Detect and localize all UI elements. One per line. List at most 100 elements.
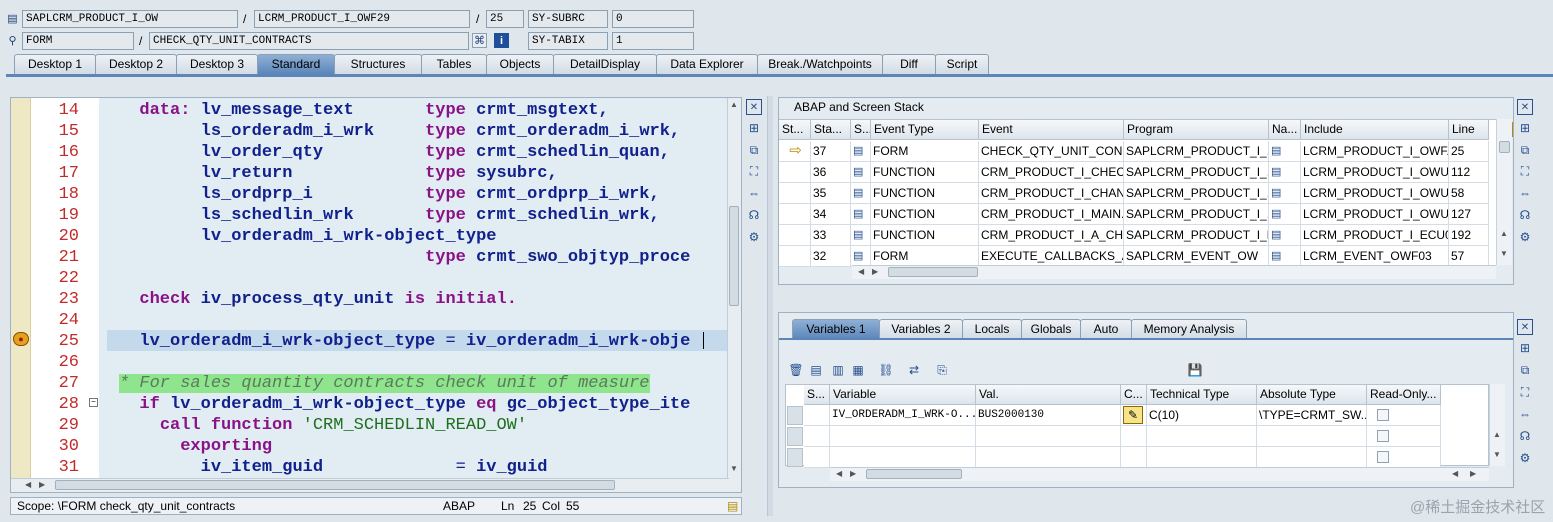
edit-value-icon[interactable]: ✎ bbox=[1121, 405, 1147, 426]
scroll-up-arrow-icon[interactable]: ▲ bbox=[730, 100, 738, 109]
navigate-icon[interactable]: ⌘ bbox=[472, 33, 487, 48]
stack-column-header[interactable]: Line bbox=[1449, 120, 1489, 140]
scroll-left-arrow-icon[interactable]: ◀ bbox=[858, 267, 864, 276]
breakpoint-icon[interactable]: ● bbox=[13, 332, 29, 346]
code-line[interactable]: exporting bbox=[119, 436, 272, 457]
navigate-icon[interactable]: ▤ bbox=[1269, 141, 1301, 162]
stack-vertical-scrollbar[interactable]: ▲ ▼ bbox=[1496, 119, 1512, 265]
scroll-down-arrow-icon[interactable]: ▼ bbox=[730, 464, 738, 473]
stack-column-header[interactable]: S... bbox=[851, 120, 871, 140]
scrollbar-thumb[interactable] bbox=[888, 267, 978, 277]
copy-icon[interactable]: ⎘ bbox=[934, 362, 950, 378]
code-editor[interactable]: ● 14 15 16 17 18 19 20 21 22 23 24 25 26 27 28 29 30 31 −… bbox=[10, 97, 742, 493]
stack-horizontal-scrollbar[interactable]: ◀ ▶ bbox=[852, 265, 1496, 279]
tab-diff[interactable]: Diff bbox=[882, 54, 936, 74]
info-icon[interactable]: i bbox=[494, 33, 509, 48]
editor-vertical-scrollbar[interactable]: ▲ ▼ bbox=[727, 98, 741, 492]
variable-name[interactable] bbox=[830, 447, 976, 468]
code-line[interactable]: lv_orderadm_i_wrk-object_type bbox=[119, 226, 497, 247]
read-only-checkbox[interactable] bbox=[1367, 447, 1441, 468]
swap-icon[interactable]: ⇔ bbox=[1517, 185, 1533, 201]
change-cell[interactable] bbox=[1121, 426, 1147, 447]
stack-row[interactable]: 32 ▤ FORM EXECUTE_CALLBACKS_A... SAPLCRM_EVE… bbox=[779, 246, 1499, 267]
hierarchy-icon[interactable]: ⛓ bbox=[878, 362, 894, 378]
new-window-icon[interactable]: ⊞ bbox=[746, 120, 762, 136]
import-icon[interactable]: ▥ bbox=[830, 362, 846, 378]
code-area[interactable]: data: lv_message_text type crmt_msgtext,… bbox=[99, 98, 727, 492]
include-field[interactable]: LCRM_PRODUCT_I_OWF29 bbox=[254, 10, 470, 28]
stack-column-header[interactable]: Program bbox=[1124, 120, 1269, 140]
stack-row[interactable]: 36▤FUNCTIONCRM_PRODUCT_I_CHECK...SAPLCRM… bbox=[779, 162, 1499, 183]
maximize-icon[interactable]: ⛶ bbox=[746, 163, 762, 179]
scroll-left-arrow-icon[interactable]: ◀ bbox=[836, 469, 842, 478]
code-line[interactable]: data: lv_message_text type crmt_msgtext, bbox=[119, 100, 608, 121]
change-cell[interactable] bbox=[1121, 447, 1147, 468]
code-line[interactable]: * For sales quantity contracts check uni… bbox=[119, 373, 650, 394]
scroll-right-arrow-icon[interactable]: ▶ bbox=[1470, 469, 1476, 478]
program-field[interactable]: SAPLCRM_PRODUCT_I_OW bbox=[22, 10, 238, 28]
stack-row[interactable]: 34 ▤ FUNCTION CRM_PRODUCT_I_MAIN... SAPLCRM_… bbox=[779, 204, 1499, 225]
navigate-icon[interactable]: ▤ bbox=[1269, 183, 1301, 204]
variables-column-header[interactable]: Technical Type bbox=[1147, 385, 1257, 405]
tools-icon[interactable]: ⚙ bbox=[1517, 450, 1533, 466]
tab-detaildisplay[interactable]: DetailDisplay bbox=[553, 54, 657, 74]
tab-data-explorer[interactable]: Data Explorer bbox=[656, 54, 758, 74]
code-line[interactable]: lv_order_qty type crmt_schedlin_quan, bbox=[119, 142, 670, 163]
line-field[interactable]: 25 bbox=[486, 10, 524, 28]
split-icon[interactable]: ⧉ bbox=[1517, 362, 1533, 378]
tab-memory-analysis[interactable]: Memory Analysis bbox=[1131, 319, 1247, 339]
sysvar-name-2[interactable]: SY-TABIX bbox=[528, 32, 608, 50]
scroll-left-arrow-icon[interactable]: ◀ bbox=[25, 480, 31, 489]
stack-column-header[interactable]: Include bbox=[1301, 120, 1449, 140]
tab-break-watchpoints[interactable]: Break./Watchpoints bbox=[757, 54, 883, 74]
variable-name[interactable]: IV_ORDERADM_I_WRK-O... bbox=[830, 405, 976, 426]
tab-tables[interactable]: Tables bbox=[421, 54, 487, 74]
delete-icon[interactable]: 🗑 bbox=[788, 362, 804, 378]
watch-icon[interactable]: ☊ bbox=[1517, 207, 1533, 223]
code-line[interactable]: check iv_process_qty_unit is initial. bbox=[119, 289, 516, 310]
close-icon[interactable]: ✕ bbox=[746, 99, 762, 115]
read-only-checkbox-icon[interactable] bbox=[1377, 451, 1389, 463]
row-selector[interactable] bbox=[787, 448, 803, 467]
tab-objects[interactable]: Objects bbox=[486, 54, 554, 74]
close-icon[interactable]: ✕ bbox=[1517, 319, 1533, 335]
variables-column-header[interactable]: S... bbox=[804, 385, 830, 405]
variable-value[interactable] bbox=[976, 426, 1121, 447]
close-icon[interactable]: ✕ bbox=[1517, 99, 1533, 115]
code-line[interactable]: ls_schedlin_wrk type crmt_schedlin_wrk, bbox=[119, 205, 660, 226]
variables-column-header[interactable]: Variable bbox=[830, 385, 976, 405]
scroll-up-arrow-icon[interactable]: ▲ bbox=[1493, 430, 1501, 439]
code-line[interactable]: if lv_orderadm_i_wrk-object_type eq gc_o… bbox=[119, 394, 690, 415]
scroll-right-arrow-icon[interactable]: ▶ bbox=[39, 480, 45, 489]
code-line[interactable]: call function 'CRM_SCHEDLIN_READ_OW' bbox=[119, 415, 527, 436]
new-window-icon[interactable]: ⊞ bbox=[1517, 340, 1533, 356]
scroll-left-arrow-icon[interactable]: ◀ bbox=[1452, 469, 1458, 478]
navigate-icon[interactable]: ▤ bbox=[1269, 162, 1301, 183]
maximize-icon[interactable]: ⛶ bbox=[1517, 384, 1533, 400]
scroll-right-arrow-icon[interactable]: ▶ bbox=[850, 469, 856, 478]
read-only-checkbox[interactable] bbox=[1367, 426, 1441, 447]
navigate-icon[interactable]: ▤ bbox=[1269, 246, 1301, 267]
tools-icon[interactable]: ⚙ bbox=[1517, 229, 1533, 245]
tab-desktop-2[interactable]: Desktop 2 bbox=[95, 54, 177, 74]
navigate-icon[interactable]: ▤ bbox=[1269, 204, 1301, 225]
read-only-checkbox-icon[interactable] bbox=[1377, 430, 1389, 442]
tab-globals[interactable]: Globals bbox=[1021, 319, 1081, 339]
pane-splitter[interactable] bbox=[767, 96, 773, 516]
code-line[interactable]: iv_item_guid = iv_guid bbox=[119, 457, 548, 478]
stack-row[interactable]: 33 ▤ FUNCTION CRM_PRODUCT_I_A_CH... SAPLCRM_… bbox=[779, 225, 1499, 246]
maximize-icon[interactable]: ⛶ bbox=[1517, 163, 1533, 179]
stack-column-header[interactable]: Sta... bbox=[811, 120, 851, 140]
split-icon[interactable]: ⧉ bbox=[1517, 142, 1533, 158]
variables-horizontal-scrollbar[interactable]: ◀ ▶ ◀ ▶ bbox=[830, 467, 1489, 481]
sysvar-value-2[interactable]: 1 bbox=[612, 32, 694, 50]
variable-value[interactable] bbox=[976, 447, 1121, 468]
read-only-checkbox[interactable] bbox=[1367, 405, 1441, 426]
swap-icon[interactable]: ⇔ bbox=[1517, 406, 1533, 422]
tab-desktop-1[interactable]: Desktop 1 bbox=[14, 54, 96, 74]
scrollbar-thumb[interactable] bbox=[866, 469, 962, 479]
variables-column-header[interactable]: Read-Only... bbox=[1367, 385, 1441, 405]
variables-column-header[interactable]: Val. bbox=[976, 385, 1121, 405]
variables-column-header[interactable]: C... bbox=[1121, 385, 1147, 405]
stack-column-header[interactable]: Event Type bbox=[871, 120, 979, 140]
